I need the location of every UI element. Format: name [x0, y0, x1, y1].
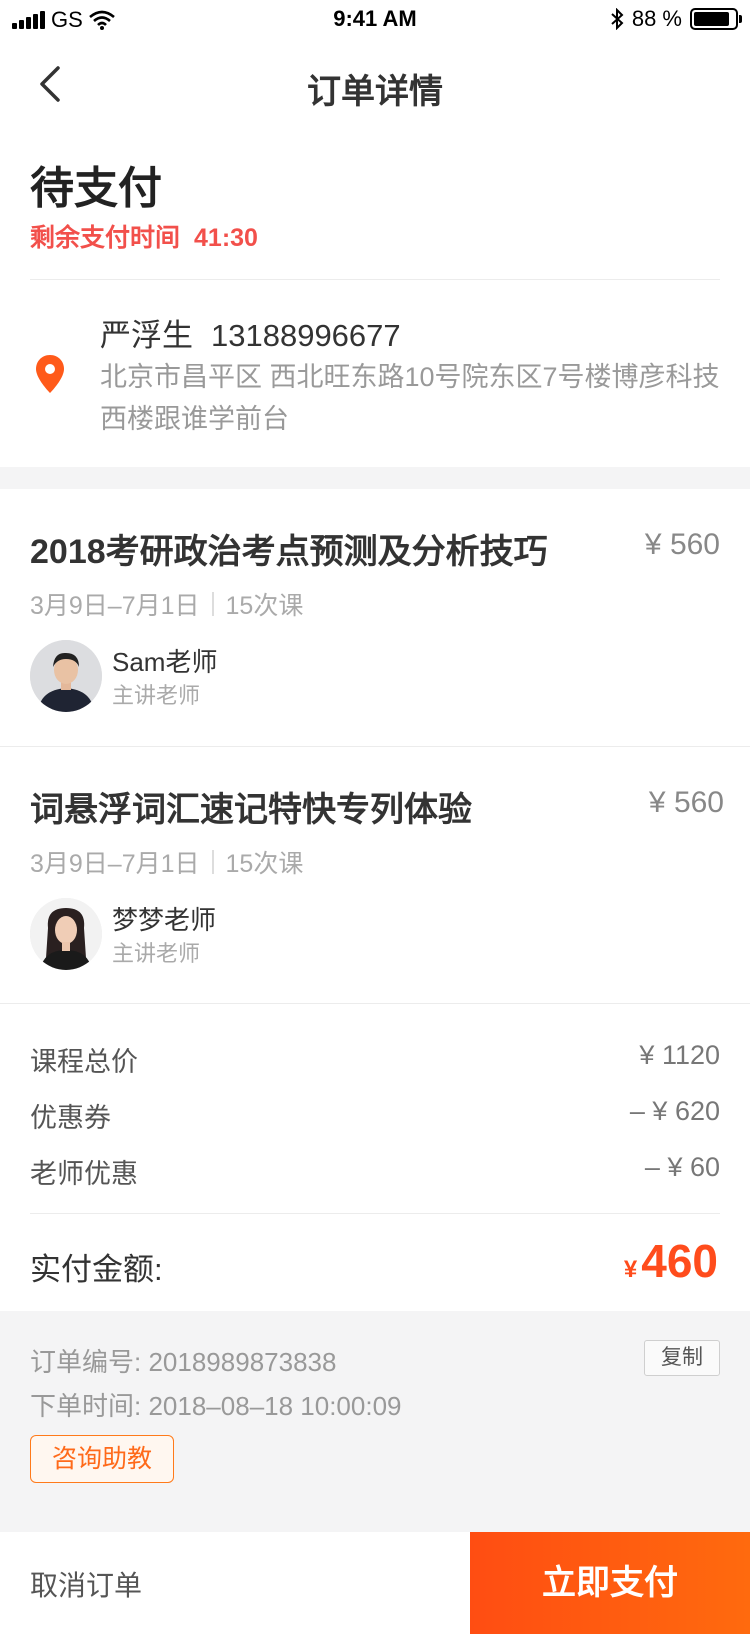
recipient: 严浮生 13188996677	[100, 310, 401, 355]
location-icon	[36, 355, 64, 393]
avatar-image	[30, 640, 102, 712]
paid-amount-value: 460	[641, 1235, 718, 1287]
course-lessons: 15次课	[225, 592, 304, 620]
order-status: 待支付	[30, 164, 162, 213]
pay-now-button[interactable]: 立即支付	[470, 1532, 750, 1634]
status-right: 88 %	[610, 6, 742, 32]
section-gap	[0, 467, 750, 489]
meta-separator	[211, 592, 214, 616]
course-lessons: 15次课	[225, 850, 304, 878]
page-title: 订单详情	[307, 73, 443, 111]
course-meta: 3月9日–7月1日 15次课	[30, 586, 303, 622]
summary-total-value: ¥ 1120	[639, 1040, 720, 1070]
order-number-label: 订单编号:	[30, 1347, 142, 1377]
teacher-role: 主讲老师	[112, 941, 201, 966]
avatar-image	[30, 898, 102, 970]
order-number-row: 订单编号: 2018989873838	[30, 1342, 336, 1379]
status-bar: GS 9:41 AM 88 %	[0, 0, 750, 40]
course-title: 2018考研政治考点预测及分析技巧	[30, 533, 548, 571]
summary-teacher-discount-value: – ¥ 60	[644, 1152, 720, 1182]
battery-icon	[690, 8, 742, 30]
order-time-label: 下单时间:	[30, 1391, 142, 1421]
nav-bar: 订单详情	[0, 40, 750, 130]
teacher-avatar	[30, 640, 102, 712]
paid-amount: ¥460	[624, 1234, 718, 1288]
countdown-label: 剩余支付时间	[30, 224, 181, 252]
course-price: ¥ 560	[644, 528, 720, 561]
meta-separator	[211, 850, 214, 874]
course-item[interactable]: 2018考研政治考点预测及分析技巧 ¥ 560 3月9日–7月1日 15次课 S…	[0, 490, 750, 746]
order-time-row: 下单时间: 2018–08–18 10:00:09	[30, 1386, 402, 1423]
divider	[30, 1213, 720, 1214]
course-price: ¥ 560	[648, 786, 724, 819]
summary-coupon-value: – ¥ 620	[629, 1096, 720, 1126]
bottom-action-bar: 取消订单 立即支付	[0, 1532, 750, 1634]
course-dates: 3月9日–7月1日	[30, 850, 200, 878]
course-item[interactable]: 词悬浮词汇速记特快专列体验 ¥ 560 3月9日–7月1日 15次课 梦梦老师 …	[0, 748, 750, 1004]
battery-percent: 88 %	[631, 6, 682, 31]
course-dates: 3月9日–7月1日	[30, 592, 200, 620]
teacher-name: Sam老师	[112, 647, 218, 677]
teacher-role: 主讲老师	[112, 683, 201, 708]
divider	[0, 1003, 750, 1004]
course-meta: 3月9日–7月1日 15次课	[30, 844, 303, 880]
recipient-phone: 13188996677	[211, 318, 401, 353]
payment-countdown: 剩余支付时间 41:30	[30, 218, 258, 254]
paid-currency: ¥	[623, 1256, 638, 1283]
order-number: 2018989873838	[148, 1347, 337, 1377]
summary-teacher-discount-label: 老师优惠	[30, 1159, 138, 1189]
countdown-time: 41:30	[194, 224, 258, 252]
copy-button[interactable]: 复制	[644, 1340, 720, 1376]
summary-total-label: 课程总价	[30, 1047, 138, 1077]
course-title: 词悬浮词汇速记特快专列体验	[30, 791, 472, 829]
recipient-name: 严浮生	[100, 318, 193, 353]
paid-amount-label: 实付金额:	[30, 1252, 163, 1287]
cancel-order-button[interactable]: 取消订单	[30, 1564, 142, 1604]
divider	[0, 746, 750, 747]
consult-assistant-button[interactable]: 咨询助教	[30, 1435, 174, 1483]
bluetooth-icon	[611, 8, 624, 30]
summary-coupon-label: 优惠券	[30, 1103, 111, 1133]
teacher-name: 梦梦老师	[112, 905, 217, 935]
divider	[30, 279, 720, 280]
address-detail: 北京市昌平区 西北旺东路10号院东区7号楼博彦科技西楼跟谁学前台	[100, 362, 720, 434]
teacher-avatar	[30, 898, 102, 970]
order-time: 2018–08–18 10:00:09	[148, 1391, 402, 1421]
